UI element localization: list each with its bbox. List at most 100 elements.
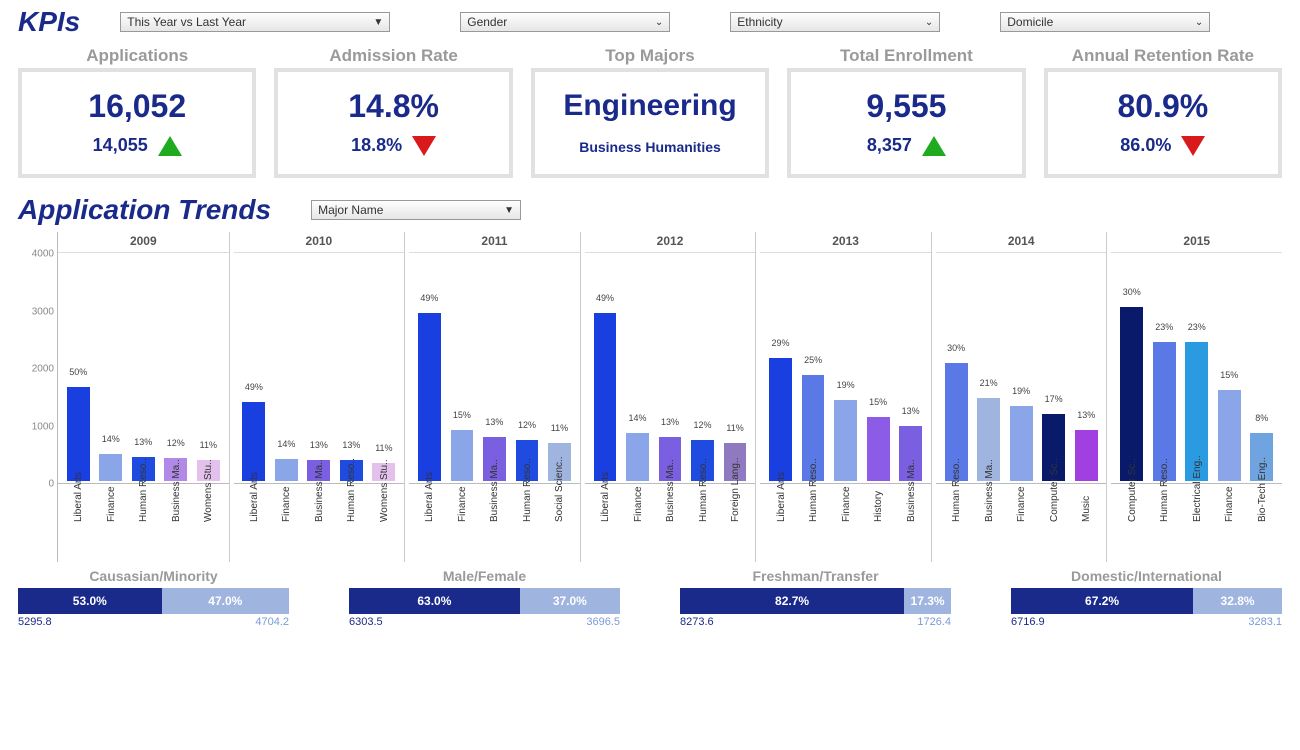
kpi-top-major: Engineering <box>541 89 759 123</box>
panel-year: 2013 <box>760 232 931 253</box>
chart-bar[interactable]: 12% <box>688 253 717 481</box>
compare-dropdown[interactable]: This Year vs Last Year ▼ <box>120 12 390 32</box>
trend-up-icon <box>158 136 182 156</box>
chart-bar[interactable]: 13% <box>656 253 685 481</box>
bar-category-label: Human Reso.. <box>688 488 717 562</box>
chart-bar[interactable]: 13% <box>129 253 158 481</box>
trend-up-icon <box>922 136 946 156</box>
bar-pct-label: 23% <box>1155 322 1173 332</box>
chart-bar[interactable]: 49% <box>591 253 620 481</box>
kpi-prev-value: 86.0% <box>1120 135 1171 156</box>
chart-panel: 201430%21%19%17%13%Human Reso..Business … <box>936 232 1108 562</box>
kpi-title: Annual Retention Rate <box>1044 46 1282 66</box>
bar-rect <box>1010 406 1033 481</box>
bar-pct-label: 49% <box>596 293 614 303</box>
ethnicity-dropdown[interactable]: Ethnicity ⌄ <box>730 12 940 32</box>
chart-bar[interactable]: 14% <box>97 253 126 481</box>
bar-rect <box>626 433 649 481</box>
ratio-bar[interactable]: 63.0%37.0% <box>349 588 620 614</box>
bar-category-label: Womens Stu.. <box>370 488 399 562</box>
major-name-dropdown[interactable]: Major Name ▼ <box>311 200 521 220</box>
bar-category-label: Electrical Eng.. <box>1183 488 1212 562</box>
domicile-dropdown[interactable]: Domicile ⌄ <box>1000 12 1210 32</box>
chart-bar[interactable]: 29% <box>766 253 795 481</box>
chart-bar[interactable]: 12% <box>162 253 191 481</box>
chart-bar[interactable]: 25% <box>799 253 828 481</box>
ratio-bar[interactable]: 53.0%47.0% <box>18 588 289 614</box>
kpi-title: Top Majors <box>531 46 769 66</box>
bar-pct-label: 8% <box>1255 413 1268 423</box>
kpi-prev: 18.8% <box>284 135 502 156</box>
chart-bar[interactable]: 13% <box>480 253 509 481</box>
chart-bar[interactable]: 11% <box>370 253 399 481</box>
ratio-bar[interactable]: 67.2%32.8% <box>1011 588 1282 614</box>
chevron-down-icon: ▼ <box>504 205 514 216</box>
chart-bar[interactable]: 49% <box>415 253 444 481</box>
bar-category-label: Foreign Lang.. <box>721 488 750 562</box>
chart-bar[interactable]: 49% <box>240 253 269 481</box>
panel-year: 2009 <box>58 232 229 253</box>
ratio-seg-a: 67.2% <box>1011 588 1193 614</box>
bar-pct-label: 12% <box>694 420 712 430</box>
chart-bar[interactable]: 15% <box>864 253 893 481</box>
chart-bar[interactable]: 23% <box>1150 253 1179 481</box>
kpi-top-majors: Top Majors Engineering Business Humaniti… <box>531 46 769 178</box>
bar-rect <box>451 430 474 481</box>
chart-bar[interactable]: 8% <box>1248 253 1277 481</box>
bar-pct-label: 30% <box>947 343 965 353</box>
bar-category-label: Liberal Arts <box>766 488 795 562</box>
panel-bars: 30%23%23%15%8% <box>1111 253 1282 484</box>
chart-bar[interactable]: 13% <box>305 253 334 481</box>
chart-bar[interactable]: 13% <box>896 253 925 481</box>
panel-bars: 30% 21% 19% 17%13% <box>936 253 1107 484</box>
chart-bar[interactable]: 19% <box>831 253 860 481</box>
ratio-title: Freshman/Transfer <box>680 568 951 584</box>
kpi-value: 80.9% <box>1054 88 1272 125</box>
chart-bar[interactable]: 23% <box>1183 253 1212 481</box>
chart-bar[interactable]: 11% <box>721 253 750 481</box>
bar-category-label: Human Reso.. <box>1150 488 1179 562</box>
chart-bar[interactable]: 13% <box>337 253 366 481</box>
panel-labels: Liberal ArtsFinanceBusiness Ma..Human Re… <box>585 484 756 562</box>
chart-bar[interactable]: 17% <box>1039 253 1068 481</box>
chart-bar[interactable]: 12% <box>513 253 542 481</box>
ratio-seg-b: 37.0% <box>520 588 620 614</box>
bar-category-label: Finance <box>1007 488 1036 562</box>
gender-dropdown[interactable]: Gender ⌄ <box>460 12 670 32</box>
chart-panel: 201329%25% 19% 15%13% Liberal ArtsHuman Res… <box>760 232 932 562</box>
bar-rect <box>867 417 890 481</box>
kpi-enrollment: Total Enrollment 9,555 8,357 <box>787 46 1025 178</box>
bar-category-label: Human Reso.. <box>799 488 828 562</box>
chart-bar[interactable]: 14% <box>623 253 652 481</box>
chart-bar[interactable]: 30% <box>942 253 971 481</box>
chart-bar[interactable]: 30% <box>1117 253 1146 481</box>
chart-bar[interactable]: 21% <box>974 253 1003 481</box>
ratio-seg-b: 17.3% <box>904 588 951 614</box>
chart-bar[interactable]: 13% <box>1072 253 1101 481</box>
bar-category-label: Finance <box>272 488 301 562</box>
chart-bar[interactable]: 19% <box>1007 253 1036 481</box>
bar-pct-label: 15% <box>453 410 471 420</box>
kpi-applications: Applications 16,052 14,055 <box>18 46 256 178</box>
panel-bars: 49% 15% 13%12% 11% <box>409 253 580 484</box>
y-tick: 3000 <box>32 306 54 317</box>
bar-pct-label: 19% <box>837 380 855 390</box>
bar-pct-label: 19% <box>1012 386 1030 396</box>
chart-bar[interactable]: 15% <box>1215 253 1244 481</box>
chart-panel: 201249%14%13%12%11%Liberal ArtsFinanceBu… <box>585 232 757 562</box>
bar-pct-label: 11% <box>551 423 568 433</box>
chart-bar[interactable]: 15% <box>448 253 477 481</box>
chart-bar[interactable]: 14% <box>272 253 301 481</box>
ratio-bar[interactable]: 82.7%17.3% <box>680 588 951 614</box>
bar-category-label: Human Reso.. <box>129 488 158 562</box>
chart-bar[interactable]: 11% <box>194 253 223 481</box>
bar-pct-label: 14% <box>102 434 120 444</box>
bar-category-label: Liberal Arts <box>591 488 620 562</box>
chart-panel: 201049%14%13%13%11%Liberal ArtsFinanceBu… <box>234 232 406 562</box>
bar-category-label: Computer Sc.. <box>1039 488 1068 562</box>
chart-panel: 201149%15%13%12%11%Liberal ArtsFinanceBu… <box>409 232 581 562</box>
ratio-values: 5295.84704.2 <box>18 616 289 628</box>
chart-bar[interactable]: 11% <box>545 253 574 481</box>
chart-bar[interactable]: 50% <box>64 253 93 481</box>
kpi-prev-value: 14,055 <box>93 135 148 156</box>
